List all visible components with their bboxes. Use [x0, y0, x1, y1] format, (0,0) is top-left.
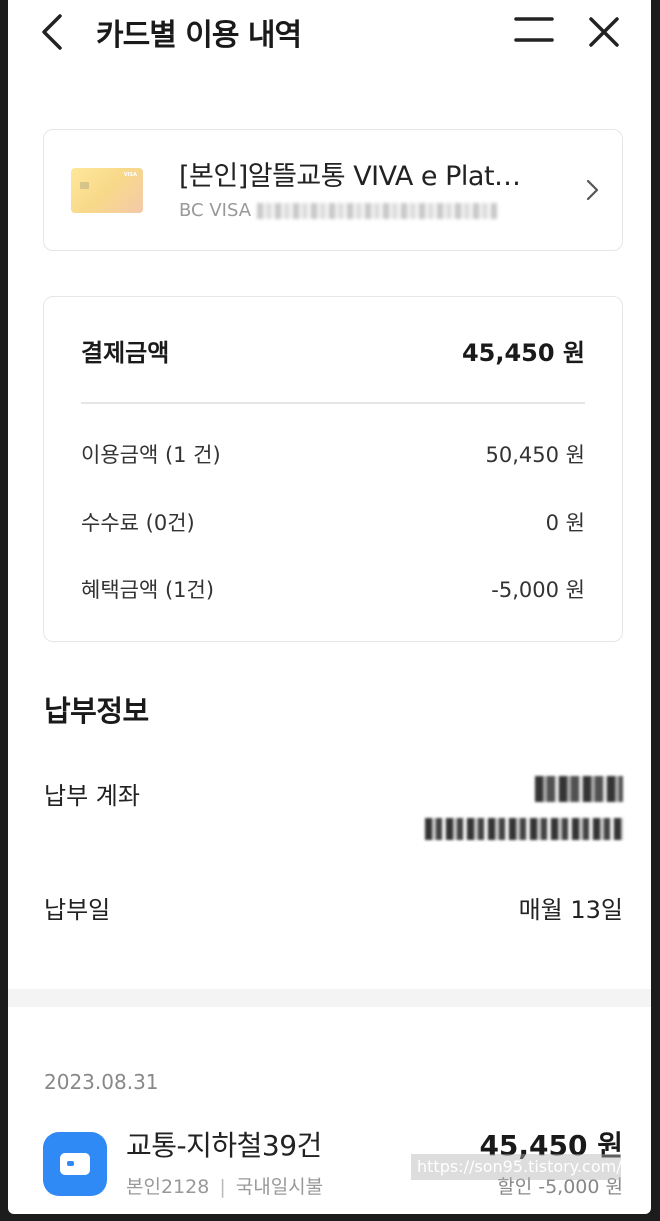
chevron-left-icon: [42, 14, 62, 50]
usage-amount-label: 이용금액 (1 건): [81, 443, 221, 467]
card-number-prefix: BC VISA: [179, 200, 252, 221]
total-row: 결제금액 45,450 원: [81, 333, 585, 368]
payment-summary: 결제금액 45,450 원 이용금액 (1 건) 50,450 원 수수료 (0…: [43, 296, 623, 642]
chevron-right-icon: [582, 176, 602, 204]
fee-value: 0 원: [545, 511, 585, 535]
transaction-owner: 본인2128: [126, 1176, 210, 1198]
payment-day-label: 납부일: [44, 896, 111, 924]
screen: 카드별 이용 내역 VISA [본인]알뜰교통 VIVA e Plat… BC …: [8, 0, 651, 1214]
card-name: [본인]알뜰교통 VIVA e Plat…: [179, 161, 521, 192]
usage-amount-value: 50,450 원: [485, 443, 585, 467]
card-chip-icon: [80, 182, 89, 189]
payment-account-label: 납부 계좌: [44, 782, 140, 810]
card-number-masked: [257, 203, 498, 219]
close-icon: [589, 17, 619, 47]
card-selector[interactable]: VISA [본인]알뜰교통 VIVA e Plat… BC VISA: [43, 129, 623, 251]
transaction-type: 국내일시불: [235, 1176, 324, 1198]
benefit-row: 혜택금액 (1건) -5,000 원: [81, 574, 585, 604]
transaction-subtitle: 본인2128 | 국내일시불: [126, 1172, 323, 1199]
payment-account-bank-masked: [535, 776, 623, 802]
benefit-label: 혜택금액 (1건): [81, 578, 215, 602]
benefit-value: -5,000 원: [491, 578, 585, 602]
section-separator: [8, 989, 651, 1007]
fee-label: 수수료 (0건): [81, 511, 195, 535]
payment-day-value: 매월 13일: [518, 896, 623, 924]
back-button[interactable]: [36, 12, 72, 52]
transaction-date: 2023.08.31: [44, 1070, 159, 1094]
usage-amount-row: 이용금액 (1 건) 50,450 원: [81, 439, 585, 469]
fee-row: 수수료 (0건) 0 원: [81, 507, 585, 537]
divider: [81, 402, 585, 404]
payment-account-number-masked: [425, 818, 623, 840]
card-image: VISA: [71, 168, 143, 213]
watermark: https://son95.tistory.com/: [411, 1154, 622, 1180]
page-title: 카드별 이용 내역: [96, 18, 302, 53]
payment-info-title: 납부정보: [44, 694, 149, 728]
hamburger-icon: [514, 17, 554, 42]
app-header: 카드별 이용 내역: [8, 0, 651, 64]
transaction-title: 교통-지하철39건: [126, 1129, 322, 1162]
menu-button[interactable]: [514, 14, 554, 46]
separator: |: [219, 1176, 226, 1198]
card-brand-icon: VISA: [123, 172, 137, 178]
close-button[interactable]: [586, 14, 622, 50]
total-value: 45,450 원: [461, 339, 585, 367]
card-number: BC VISA: [179, 200, 498, 221]
transit-card-icon: [43, 1132, 107, 1196]
total-label: 결제금액: [81, 339, 170, 367]
